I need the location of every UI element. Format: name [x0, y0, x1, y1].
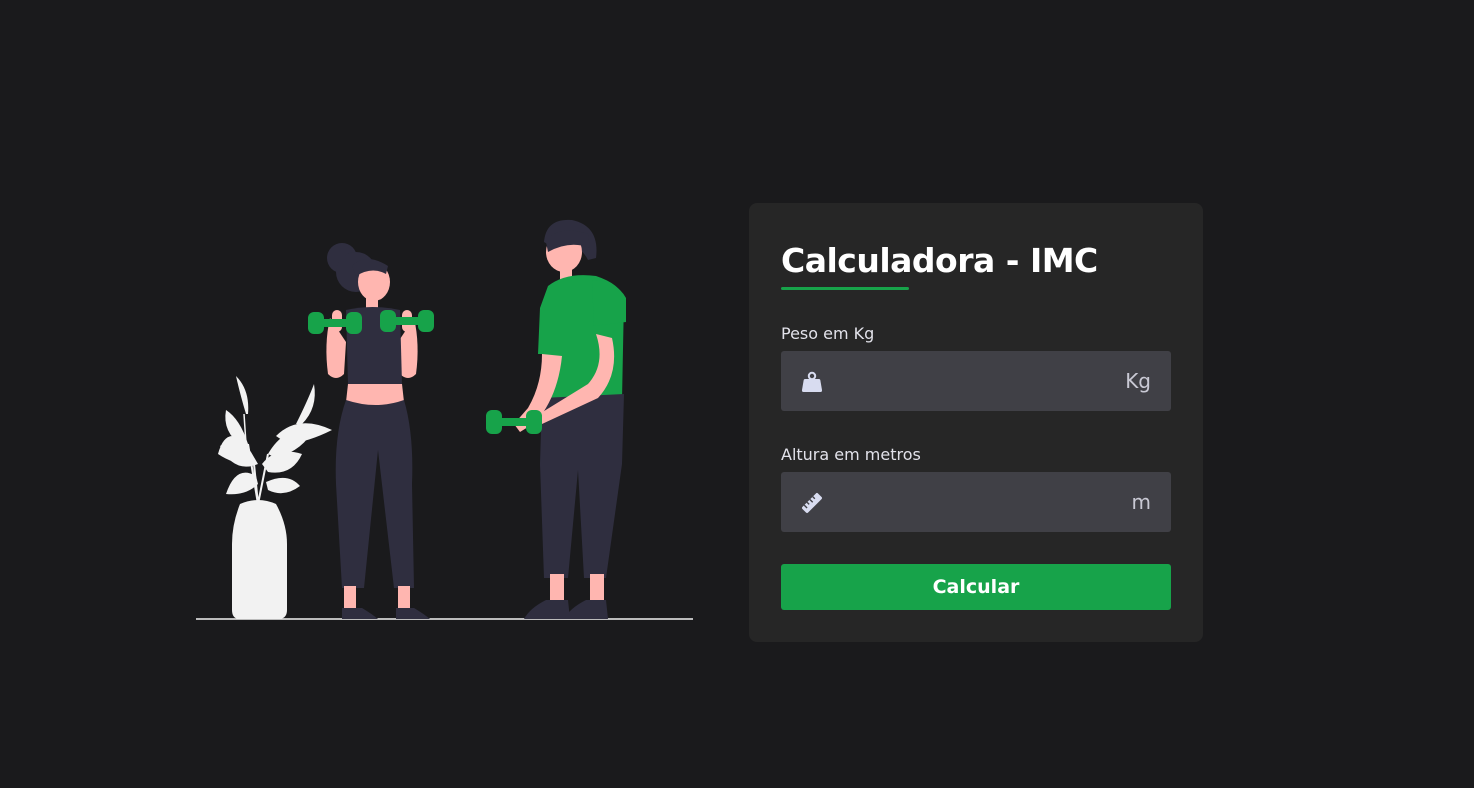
height-label: Altura em metros — [781, 445, 921, 464]
card-title: Calculadora - IMC — [781, 241, 1098, 280]
man-figure — [486, 219, 626, 619]
ruler-icon — [802, 493, 822, 513]
weight-input[interactable] — [837, 351, 1107, 411]
fitness-illustration — [196, 219, 693, 620]
height-input[interactable] — [837, 472, 1107, 532]
weight-label: Peso em Kg — [781, 324, 875, 343]
bmi-calculator-card: Calculadora - IMC Peso em Kg Kg Altura e… — [749, 203, 1203, 642]
height-field[interactable]: m — [781, 472, 1171, 532]
title-underline — [781, 287, 909, 290]
weight-unit: Kg — [1125, 369, 1151, 393]
height-unit: m — [1131, 490, 1151, 514]
dumbbell-icon — [486, 410, 542, 434]
weight-field[interactable]: Kg — [781, 351, 1171, 411]
calculate-button[interactable]: Calcular — [781, 564, 1171, 610]
plant-icon — [218, 376, 332, 619]
weight-icon — [801, 371, 823, 392]
